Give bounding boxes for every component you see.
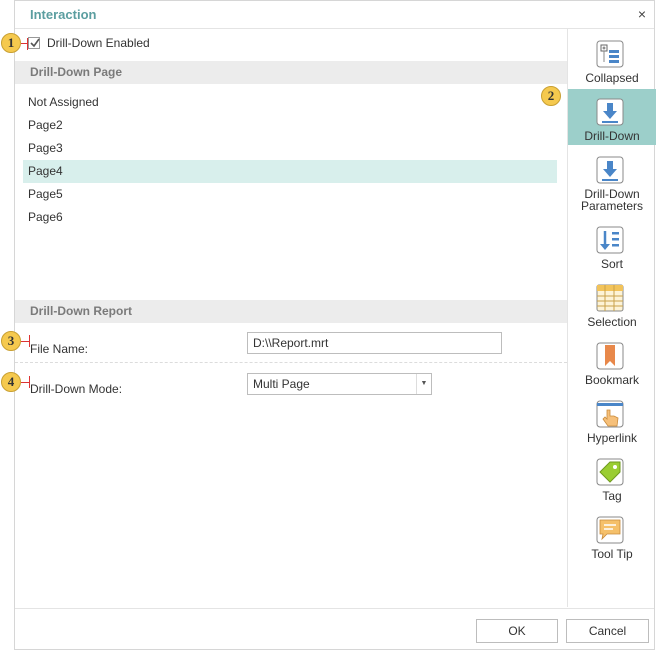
dialog-footer: OK Cancel <box>15 608 654 651</box>
list-item[interactable]: Page6 <box>23 206 557 229</box>
sidebar-item-sort[interactable]: Sort <box>568 217 656 273</box>
sidebar-item-label: Selection <box>587 315 637 329</box>
marker-connector <box>21 382 29 383</box>
list-item[interactable]: Not Assigned <box>23 91 557 114</box>
annotation-marker-4: 4 <box>1 372 21 392</box>
marker-connector <box>21 341 29 342</box>
bookmark-icon <box>596 342 624 370</box>
drilldown-enabled-label: Drill-Down Enabled <box>47 36 150 50</box>
drilldown-icon <box>596 98 624 126</box>
drilldown-page-section-header: Drill-Down Page <box>15 61 567 84</box>
marker-connector <box>27 38 28 50</box>
drilldown-mode-select[interactable]: Multi Page ▼ <box>247 373 432 395</box>
marker-connector <box>29 335 30 347</box>
annotation-marker-2: 2 <box>541 86 561 106</box>
drilldown-mode-value: Multi Page <box>253 377 310 391</box>
file-name-label: File Name: <box>30 342 89 356</box>
sidebar-item-collapsed[interactable]: Collapsed <box>568 31 656 87</box>
tooltip-icon <box>596 516 624 544</box>
ok-button[interactable]: OK <box>476 619 558 643</box>
annotation-marker-1: 1 <box>1 33 21 53</box>
checkmark-icon <box>30 38 40 48</box>
file-name-input[interactable]: D:\\Report.mrt <box>247 332 502 354</box>
collapsed-icon <box>596 40 624 68</box>
list-item[interactable]: Page2 <box>23 114 557 137</box>
selection-icon <box>596 284 624 312</box>
sidebar-item-label: Sort <box>600 257 623 271</box>
sidebar-item-label: Tag <box>602 489 622 503</box>
drilldown-mode-label: Drill-Down Mode: <box>30 382 123 396</box>
close-icon[interactable]: × <box>638 6 646 22</box>
tag-icon <box>596 458 624 486</box>
sidebar-item-tooltip[interactable]: Tool Tip <box>568 507 656 563</box>
sidebar-item-label: Drill-Down Parameters <box>580 187 644 213</box>
drilldown-mode-row: Drill-Down Mode: Multi Page ▼ <box>15 370 567 408</box>
list-item-selected[interactable]: Page4 <box>23 160 557 183</box>
chevron-down-icon[interactable]: ▼ <box>416 374 431 394</box>
sidebar-item-label: Bookmark <box>584 373 640 387</box>
annotation-marker-3: 3 <box>1 331 21 351</box>
sidebar-item-tag[interactable]: Tag <box>568 449 656 505</box>
sidebar-item-label: Drill-Down <box>584 129 640 143</box>
sidebar-item-hyperlink[interactable]: Hyperlink <box>568 391 656 447</box>
sidebar-item-bookmark[interactable]: Bookmark <box>568 333 656 389</box>
title-bar: Interaction × <box>15 1 654 29</box>
sidebar-item-selection[interactable]: Selection <box>568 275 656 331</box>
drilldown-enabled-checkbox[interactable] <box>28 37 40 49</box>
drilldown-report-section-header: Drill-Down Report <box>15 300 567 323</box>
sort-icon <box>596 226 624 254</box>
drilldown-page-list: Not Assigned Page2 Page3 Page4 Page5 Pag… <box>23 91 557 229</box>
row-divider <box>15 362 567 364</box>
sidebar-item-label: Hyperlink <box>586 431 637 445</box>
interaction-sidebar: Collapsed Drill-Down Drill-Down Paramete… <box>567 29 656 607</box>
list-item[interactable]: Page3 <box>23 137 557 160</box>
drilldown-settings-pane: Drill-Down Enabled Drill-Down Page Not A… <box>15 29 567 607</box>
dialog-title: Interaction <box>30 7 97 22</box>
marker-connector <box>29 376 30 388</box>
hyperlink-icon <box>596 400 624 428</box>
cancel-button[interactable]: Cancel <box>566 619 649 643</box>
drilldown-parameters-icon <box>596 156 624 184</box>
sidebar-item-drilldown[interactable]: Drill-Down <box>568 89 656 145</box>
list-item[interactable]: Page5 <box>23 183 557 206</box>
sidebar-item-label: Tool Tip <box>591 547 633 561</box>
sidebar-item-drilldown-parameters[interactable]: Drill-Down Parameters <box>568 147 656 215</box>
sidebar-item-label: Collapsed <box>585 71 639 85</box>
